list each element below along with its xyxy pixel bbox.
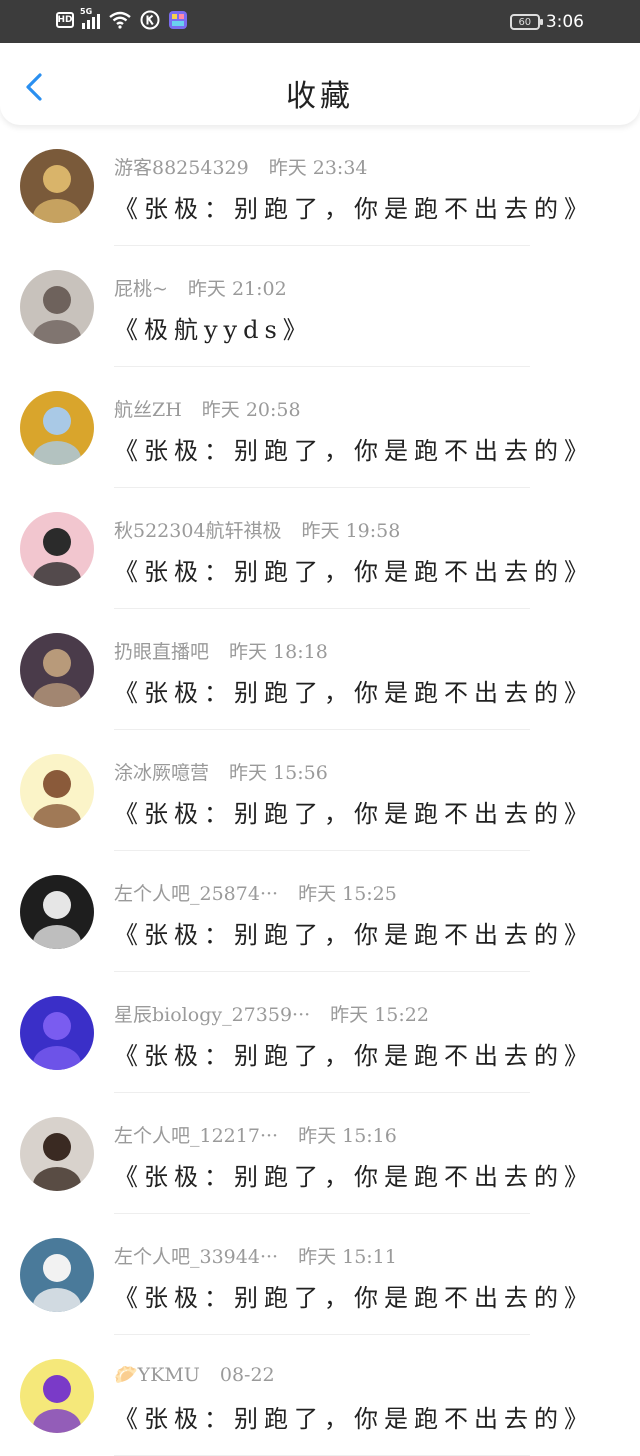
timestamp: 昨天 15:56 (229, 762, 328, 784)
item-meta: 🥟YKMU 08-22 (114, 1363, 275, 1386)
item-text[interactable]: 《张极：别跑了，你是跑不出去的》 (114, 1399, 594, 1434)
item-meta: 左个人吧_25874··· 昨天 15:25 (114, 879, 397, 906)
avatar[interactable] (20, 754, 94, 828)
item-text[interactable]: 《张极：别跑了，你是跑不出去的》 (114, 915, 594, 950)
status-right: 60 3:06 (509, 12, 584, 32)
timestamp: 昨天 23:34 (268, 157, 368, 179)
avatar[interactable] (20, 149, 94, 223)
hd-badge: HD (56, 12, 74, 28)
avatar[interactable] (20, 996, 94, 1070)
timestamp: 昨天 21:02 (187, 278, 287, 300)
username[interactable]: 扔眼直播吧 (114, 641, 209, 663)
header: 收藏 (0, 43, 640, 125)
list-item[interactable]: 航丝ZH 昨天 20:58 《张极：别跑了，你是跑不出去的》 (0, 367, 640, 488)
list-item[interactable]: 秋522304航轩祺极 昨天 19:58 《张极：别跑了，你是跑不出去的》 (0, 488, 640, 609)
item-meta: 屁桃~ 昨天 21:02 (114, 274, 287, 301)
item-meta: 星辰biology_27359··· 昨天 15:22 (114, 1000, 429, 1027)
item-meta: 扔眼直播吧 昨天 18:18 (114, 637, 328, 664)
status-bar: HD 5G 60 3:06 (0, 0, 640, 43)
status-indicators: HD 5G (56, 7, 188, 30)
item-text[interactable]: 《张极：别跑了，你是跑不出去的》 (114, 1036, 594, 1071)
list-item[interactable]: 左个人吧_25874··· 昨天 15:25 《张极：别跑了，你是跑不出去的》 (0, 851, 640, 972)
avatar[interactable] (20, 270, 94, 344)
item-text[interactable]: 《张极：别跑了，你是跑不出去的》 (114, 552, 594, 587)
timestamp: 08-22 (219, 1364, 275, 1386)
item-meta: 涂冰厥噫营 昨天 15:56 (114, 758, 328, 785)
username[interactable]: 🥟YKMU (114, 1364, 200, 1386)
timestamp: 昨天 15:11 (298, 1246, 397, 1268)
timestamp: 昨天 15:25 (298, 883, 397, 905)
item-text[interactable]: 《张极：别跑了，你是跑不出去的》 (114, 794, 594, 829)
battery-icon: 60 (509, 14, 543, 30)
item-text[interactable]: 《张极：别跑了，你是跑不出去的》 (114, 1157, 594, 1192)
list-item[interactable]: 扔眼直播吧 昨天 18:18 《张极：别跑了，你是跑不出去的》 (0, 609, 640, 730)
list-item[interactable]: 星辰biology_27359··· 昨天 15:22 《张极：别跑了，你是跑不出… (0, 972, 640, 1093)
item-text[interactable]: 《张极：别跑了，你是跑不出去的》 (114, 673, 594, 708)
network-label: 5G (80, 7, 93, 16)
username[interactable]: 游客88254329 (114, 157, 249, 179)
username[interactable]: 涂冰厥噫营 (114, 762, 209, 784)
item-meta: 左个人吧_33944··· 昨天 15:11 (114, 1242, 397, 1269)
list-item[interactable]: 🥟YKMU 08-22 《张极：别跑了，你是跑不出去的》 (0, 1335, 640, 1456)
favorites-list: 游客88254329 昨天 23:34 《张极：别跑了，你是跑不出去的》 屁桃~ 昨… (0, 125, 640, 1456)
avatar[interactable] (20, 1117, 94, 1191)
list-item[interactable]: 屁桃~ 昨天 21:02 《极航yyds》 (0, 246, 640, 367)
avatar[interactable] (20, 1238, 94, 1312)
timestamp: 昨天 18:18 (229, 641, 328, 663)
avatar[interactable] (20, 633, 94, 707)
page-title: 收藏 (286, 79, 354, 114)
wifi-icon (108, 11, 132, 29)
list-item[interactable]: 涂冰厥噫营 昨天 15:56 《张极：别跑了，你是跑不出去的》 (0, 730, 640, 851)
avatar[interactable] (20, 391, 94, 465)
k-app-icon (140, 10, 160, 30)
item-meta: 左个人吧_12217··· 昨天 15:16 (114, 1121, 397, 1148)
avatar[interactable] (20, 512, 94, 586)
list-item[interactable]: 左个人吧_12217··· 昨天 15:16 《张极：别跑了，你是跑不出去的》 (0, 1093, 640, 1214)
item-meta: 秋522304航轩祺极 昨天 19:58 (114, 516, 400, 543)
item-meta: 航丝ZH 昨天 20:58 (114, 395, 301, 422)
username[interactable]: 左个人吧_12217··· (114, 1125, 278, 1147)
gallery-app-icon (168, 10, 188, 30)
username[interactable]: 秋522304航轩祺极 (114, 520, 282, 542)
timestamp: 昨天 20:58 (201, 399, 301, 421)
list-item[interactable]: 左个人吧_33944··· 昨天 15:11 《张极：别跑了，你是跑不出去的》 (0, 1214, 640, 1335)
item-meta: 游客88254329 昨天 23:34 (114, 153, 368, 180)
username[interactable]: 左个人吧_25874··· (114, 883, 278, 905)
timestamp: 昨天 19:58 (301, 520, 401, 542)
item-text[interactable]: 《张极：别跑了，你是跑不出去的》 (114, 431, 594, 466)
signal-icon: 5G (80, 7, 100, 29)
username[interactable]: 屁桃~ (114, 278, 168, 300)
timestamp: 昨天 15:16 (298, 1125, 397, 1147)
username[interactable]: 航丝ZH (114, 399, 182, 421)
list-item[interactable]: 游客88254329 昨天 23:34 《张极：别跑了，你是跑不出去的》 (0, 125, 640, 246)
avatar[interactable] (20, 875, 94, 949)
item-text[interactable]: 《极航yyds》 (114, 310, 313, 345)
clock: 3:06 (545, 12, 584, 32)
battery-level: 60 (518, 16, 532, 28)
username[interactable]: 左个人吧_33944··· (114, 1246, 278, 1268)
username[interactable]: 星辰biology_27359··· (114, 1004, 310, 1026)
item-text[interactable]: 《张极：别跑了，你是跑不出去的》 (114, 1278, 594, 1313)
timestamp: 昨天 15:22 (330, 1004, 429, 1026)
item-text[interactable]: 《张极：别跑了，你是跑不出去的》 (114, 189, 594, 224)
